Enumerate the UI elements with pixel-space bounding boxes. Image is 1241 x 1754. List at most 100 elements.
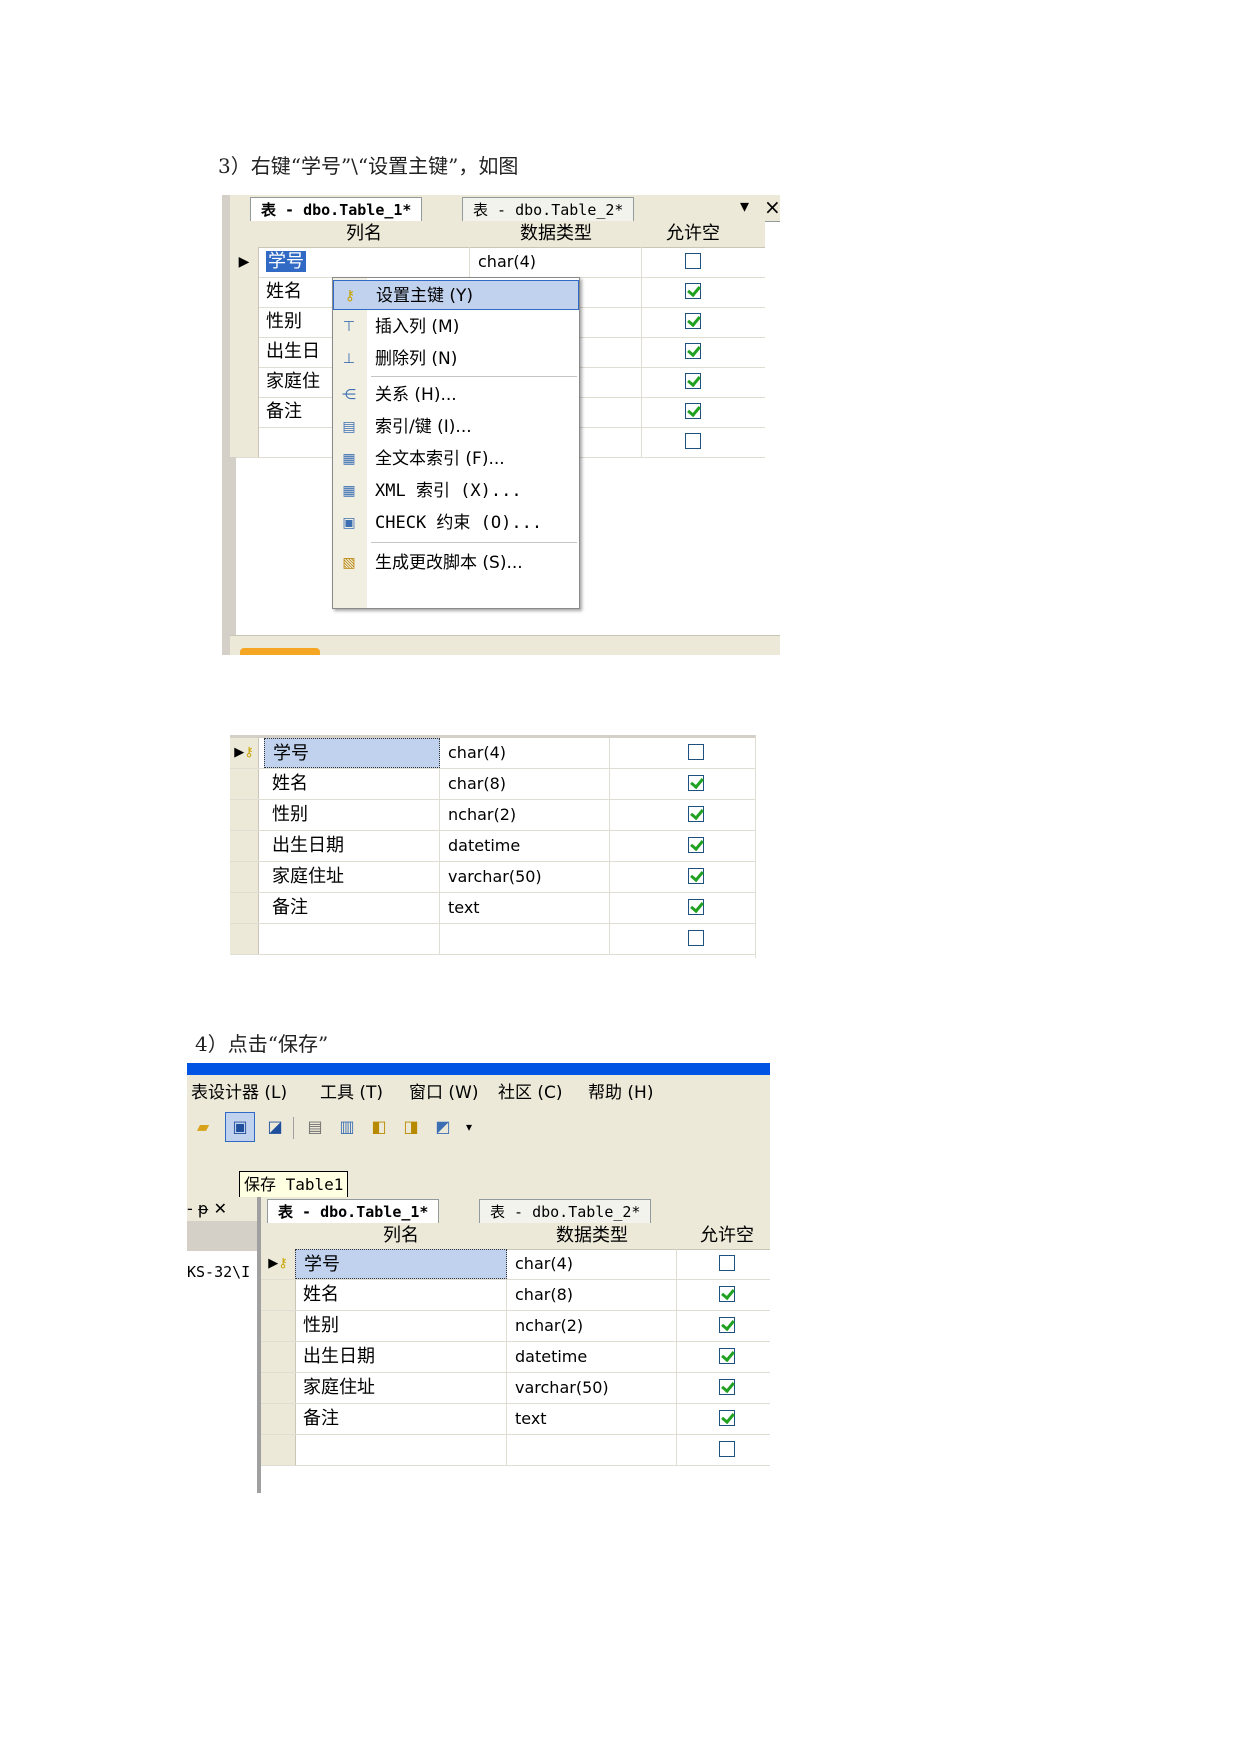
table-row[interactable]: 家庭住址 varchar(50) [230, 862, 755, 893]
tab-table1[interactable]: 表 - dbo.Table_1* [267, 1199, 440, 1223]
data-type-cell[interactable]: char(4) [440, 738, 610, 768]
menu-item-generate-script[interactable]: ▧ 生成更改脚本 (S)... [333, 548, 579, 578]
data-type-cell[interactable]: varchar(50) [507, 1373, 677, 1403]
row-selector[interactable] [261, 1404, 296, 1434]
allow-null-checkbox[interactable] [688, 744, 704, 760]
allow-null-checkbox[interactable] [685, 313, 701, 329]
tab-dropdown-icon[interactable]: ▾ [740, 196, 749, 217]
menu-item-indexes-keys[interactable]: ▤ 索引/键 (I)... [333, 412, 579, 442]
row-selector[interactable] [230, 924, 259, 954]
index-icon[interactable]: ◨ [397, 1113, 425, 1141]
allow-null-checkbox[interactable] [719, 1441, 735, 1457]
data-type-cell[interactable] [507, 1435, 677, 1465]
row-selector[interactable] [230, 769, 259, 799]
data-type-cell[interactable]: nchar(2) [440, 800, 610, 830]
table-row[interactable] [261, 1435, 770, 1466]
data-type-cell[interactable]: datetime [507, 1342, 677, 1372]
allow-null-checkbox[interactable] [719, 1286, 735, 1302]
column-name-cell[interactable]: 备注 [264, 893, 440, 923]
allow-null-checkbox[interactable] [685, 283, 701, 299]
allow-null-checkbox[interactable] [688, 837, 704, 853]
table-row[interactable]: ▶ 学号 char(4) [230, 247, 765, 278]
column-name-cell[interactable] [264, 924, 440, 954]
table-row[interactable]: 性别 nchar(2) [230, 800, 755, 831]
table-row[interactable]: 姓名 char(8) [261, 1280, 770, 1311]
table-row[interactable]: 家庭住址 varchar(50) [261, 1373, 770, 1404]
table-icon[interactable]: ▤ [301, 1113, 329, 1141]
data-type-cell[interactable] [440, 924, 610, 954]
column-name-cell[interactable]: 家庭住址 [264, 862, 440, 892]
menu-item-delete-column[interactable]: ⊥ 删除列 (N) [333, 344, 579, 374]
save-icon[interactable]: ▣ [225, 1112, 255, 1142]
properties-icon[interactable]: ▥ [333, 1113, 361, 1141]
table-row[interactable]: ▶⚷ 学号 char(4) [230, 738, 755, 769]
row-selector-arrow-icon[interactable]: ▶ [230, 247, 259, 277]
allow-null-checkbox[interactable] [688, 775, 704, 791]
primary-key-icon[interactable]: ▶⚷ [230, 738, 259, 768]
allow-null-checkbox[interactable] [719, 1348, 735, 1364]
menu-item-relationships[interactable]: ⋲ 关系 (H)... [333, 380, 579, 410]
row-selector[interactable] [230, 893, 259, 923]
row-selector[interactable] [230, 307, 259, 337]
row-selector[interactable] [261, 1280, 296, 1310]
row-selector[interactable] [230, 367, 259, 397]
data-type-cell[interactable]: text [507, 1404, 677, 1434]
menu-help[interactable]: 帮助 (H) [588, 1079, 653, 1107]
data-type-cell[interactable]: varchar(50) [440, 862, 610, 892]
menu-table-designer[interactable]: 表设计器 (L) [191, 1079, 287, 1107]
allow-null-checkbox[interactable] [685, 343, 701, 359]
tab-table1[interactable]: 表 - dbo.Table_1* [250, 197, 423, 221]
save-all-icon[interactable]: ◪ [261, 1113, 289, 1141]
data-type-cell[interactable]: char(4) [470, 247, 642, 277]
open-folder-icon[interactable]: ▰ [189, 1113, 217, 1141]
row-selector[interactable] [261, 1311, 296, 1341]
allow-null-checkbox[interactable] [719, 1317, 735, 1333]
tab-table2[interactable]: 表 - dbo.Table_2* [462, 197, 635, 221]
column-name-cell[interactable]: 出生日期 [295, 1342, 507, 1372]
allow-null-checkbox[interactable] [719, 1379, 735, 1395]
menu-item-fulltext-index[interactable]: ▦ 全文本索引 (F)... [333, 444, 579, 474]
allow-null-checkbox[interactable] [719, 1255, 735, 1271]
allow-null-checkbox[interactable] [688, 930, 704, 946]
menu-item-xml-index[interactable]: ▦ XML 索引 (X)... [333, 476, 579, 506]
table-row[interactable]: ▶⚷ 学号 char(4) [261, 1249, 770, 1280]
row-selector[interactable] [230, 427, 259, 457]
allow-null-checkbox[interactable] [688, 806, 704, 822]
table-row[interactable]: 性别 nchar(2) [261, 1311, 770, 1342]
row-selector[interactable] [230, 337, 259, 367]
menu-window[interactable]: 窗口 (W) [409, 1079, 478, 1107]
column-name-cell[interactable]: 家庭住址 [295, 1373, 507, 1403]
allow-null-checkbox[interactable] [719, 1410, 735, 1426]
menu-tools[interactable]: 工具 (T) [320, 1079, 383, 1107]
allow-null-checkbox[interactable] [688, 868, 704, 884]
menu-item-insert-column[interactable]: ⊤ 插入列 (M) [333, 312, 579, 342]
allow-null-checkbox[interactable] [685, 373, 701, 389]
row-selector[interactable] [230, 862, 259, 892]
data-type-cell[interactable]: char(4) [507, 1249, 677, 1279]
row-selector[interactable] [230, 800, 259, 830]
menu-item-check-constraints[interactable]: ▣ CHECK 约束 (O)... [333, 508, 579, 538]
row-selector[interactable] [261, 1373, 296, 1403]
properties-tab[interactable] [240, 648, 320, 655]
tab-table2[interactable]: 表 - dbo.Table_2* [479, 1199, 652, 1223]
data-type-cell[interactable]: nchar(2) [507, 1311, 677, 1341]
column-name-cell[interactable]: 姓名 [264, 769, 440, 799]
manage-icon[interactable]: ◩ [429, 1113, 457, 1141]
column-name-cell[interactable]: 姓名 [295, 1280, 507, 1310]
close-icon[interactable]: × [764, 195, 780, 219]
column-name-cell[interactable] [295, 1435, 507, 1465]
column-name-cell[interactable]: 性别 [264, 800, 440, 830]
server-node-text[interactable]: KS-32\I [187, 1263, 250, 1281]
table-row[interactable]: 备注 text [230, 893, 755, 924]
allow-null-checkbox[interactable] [685, 253, 701, 269]
primary-key-icon[interactable]: ▶⚷ [261, 1249, 296, 1279]
table-row[interactable]: 出生日期 datetime [230, 831, 755, 862]
table-row[interactable]: 姓名 char(8) [230, 769, 755, 800]
column-name-cell[interactable]: 学号 [295, 1249, 507, 1279]
menu-item-set-primary-key[interactable]: ⚷ 设置主键 (Y) [333, 280, 579, 310]
data-type-cell[interactable]: text [440, 893, 610, 923]
menu-community[interactable]: 社区 (C) [498, 1079, 563, 1107]
relationship-icon[interactable]: ◧ [365, 1113, 393, 1141]
allow-null-checkbox[interactable] [688, 899, 704, 915]
data-type-cell[interactable]: char(8) [440, 769, 610, 799]
